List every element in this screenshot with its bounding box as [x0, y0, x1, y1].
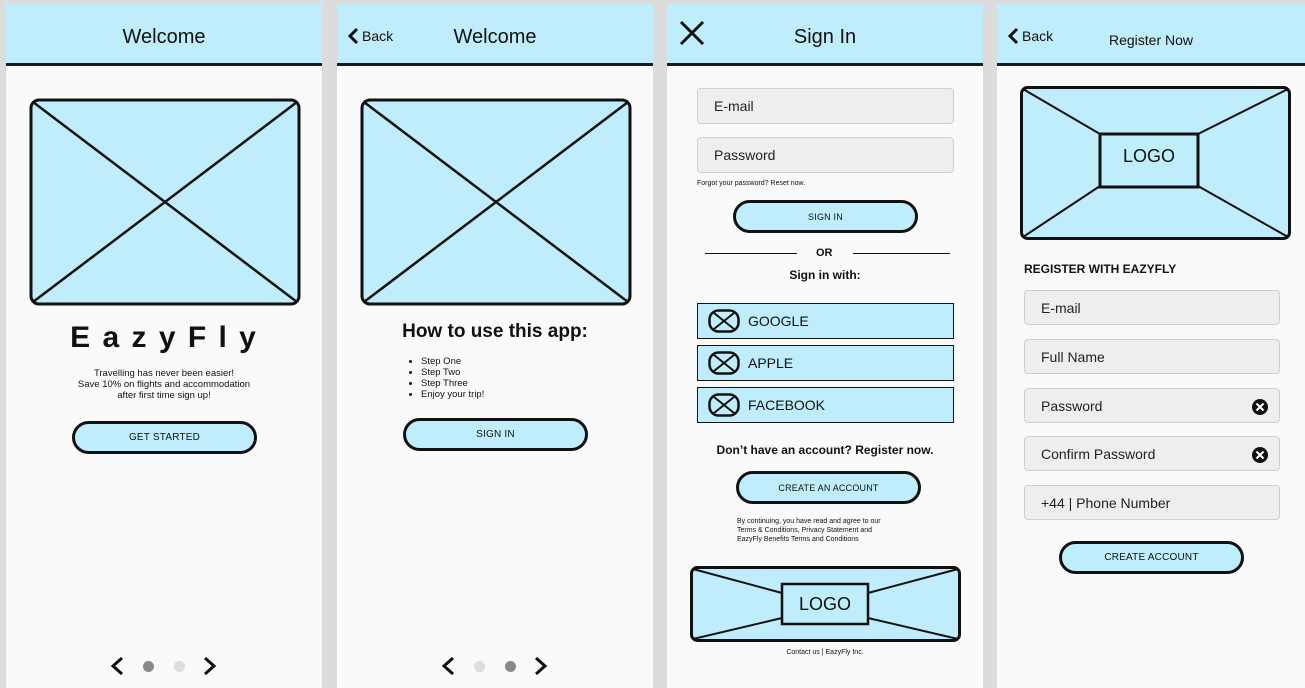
- chevron-left-icon[interactable]: [110, 656, 124, 676]
- register-prompt[interactable]: Don’t have an account? Register now.: [667, 443, 983, 457]
- header-title: Register Now: [1108, 32, 1194, 48]
- tagline-line: Save 10% on flights and accommodation: [77, 379, 251, 390]
- contact-footer[interactable]: Contact us | EazyFly Inc.: [667, 649, 983, 656]
- create-an-account-button[interactable]: CREATE AN ACCOUNT: [736, 471, 921, 504]
- forgot-password-link[interactable]: Forgot your password? Reset now.: [697, 180, 805, 187]
- page-dot-active[interactable]: [505, 661, 516, 672]
- divider-right: [853, 253, 950, 254]
- step-item: Step One: [421, 356, 484, 367]
- sign-in-button[interactable]: SIGN IN: [403, 418, 588, 451]
- apple-icon: [708, 351, 740, 375]
- chevron-right-icon[interactable]: [203, 656, 217, 676]
- clear-icon[interactable]: [1251, 398, 1269, 416]
- pager: [337, 654, 653, 678]
- get-started-button[interactable]: GET STARTED: [72, 421, 257, 454]
- page-dot[interactable]: [174, 661, 185, 672]
- header-bar: Sign In: [667, 4, 983, 66]
- step-item: Step Three: [421, 378, 484, 389]
- google-icon: [708, 309, 740, 333]
- welcome-screen: Welcome E a z y F l y Travelling has nev…: [6, 4, 322, 688]
- header-title: Welcome: [453, 26, 537, 48]
- pager: [6, 654, 322, 678]
- apple-sign-in-button[interactable]: APPLE: [697, 345, 954, 381]
- legal-line: By continuing, you have read and agree t…: [737, 518, 881, 525]
- register-section-title: REGISTER WITH EAZYFLY: [1024, 262, 1177, 276]
- header-bar: Back Register Now: [997, 4, 1305, 66]
- logo-text: LOGO: [798, 594, 851, 614]
- brand-name: E a z y F l y: [70, 321, 258, 354]
- tagline-line: Travelling has never been easier!: [93, 368, 235, 379]
- how-to-heading: How to use this app:: [402, 321, 588, 342]
- step-item: Enjoy your trip!: [421, 389, 484, 400]
- steps-list: Step One Step Two Step Three Enjoy your …: [409, 356, 484, 400]
- chevron-left-icon[interactable]: [441, 656, 455, 676]
- apple-label: APPLE: [748, 355, 794, 371]
- google-label: GOOGLE: [748, 313, 809, 329]
- password-field[interactable]: Password: [697, 137, 954, 173]
- step-item: Step Two: [421, 367, 484, 378]
- password-field[interactable]: Password: [1024, 388, 1280, 423]
- email-field[interactable]: E-mail: [1024, 290, 1280, 325]
- sign-in-with-label: Sign in with:: [789, 268, 861, 282]
- sign-in-screen: Sign In E-mail Password Forgot your pass…: [667, 4, 983, 688]
- legal-line: Terms & Conditions, Privacy Statement an…: [737, 527, 873, 534]
- legal-text: By continuing, you have read and agree t…: [737, 517, 881, 544]
- how-to-screen: Back Welcome How to use this app: Step O…: [337, 4, 653, 688]
- google-sign-in-button[interactable]: GOOGLE: [697, 303, 954, 339]
- page-dot-active[interactable]: [143, 661, 154, 672]
- chevron-right-icon[interactable]: [534, 656, 548, 676]
- legal-line: EazyFly Benefits Terms and Conditions: [737, 536, 859, 543]
- facebook-label: FACEBOOK: [748, 397, 826, 413]
- image-placeholder: [360, 98, 632, 306]
- full-name-field[interactable]: Full Name: [1024, 339, 1280, 374]
- header-bar: Welcome: [6, 4, 322, 66]
- tagline-line: after first time sign up!: [117, 390, 211, 401]
- sign-in-button[interactable]: SIGN IN: [733, 200, 918, 233]
- clear-icon[interactable]: [1251, 446, 1269, 464]
- or-label: OR: [816, 247, 833, 259]
- header-title: Sign In: [793, 26, 857, 48]
- header-bar: Back Welcome: [337, 4, 653, 66]
- header-title: Welcome: [122, 26, 206, 48]
- facebook-icon: [708, 393, 740, 417]
- password-placeholder: Password: [1041, 397, 1103, 414]
- tagline: Travelling has never been easier! Save 1…: [6, 368, 322, 401]
- facebook-sign-in-button[interactable]: FACEBOOK: [697, 387, 954, 423]
- create-account-button[interactable]: CREATE ACCOUNT: [1059, 541, 1244, 574]
- email-field[interactable]: E-mail: [697, 88, 954, 124]
- confirm-password-field[interactable]: Confirm Password: [1024, 436, 1280, 471]
- divider-left: [705, 253, 797, 254]
- image-placeholder: [29, 98, 301, 306]
- register-screen: Back Register Now LOGO REGISTER WITH EAZ…: [997, 4, 1305, 688]
- page-dot[interactable]: [474, 661, 485, 672]
- phone-number-field[interactable]: +44 | Phone Number: [1024, 485, 1280, 520]
- confirm-password-placeholder: Confirm Password: [1041, 445, 1156, 462]
- logo-text: LOGO: [1122, 146, 1175, 166]
